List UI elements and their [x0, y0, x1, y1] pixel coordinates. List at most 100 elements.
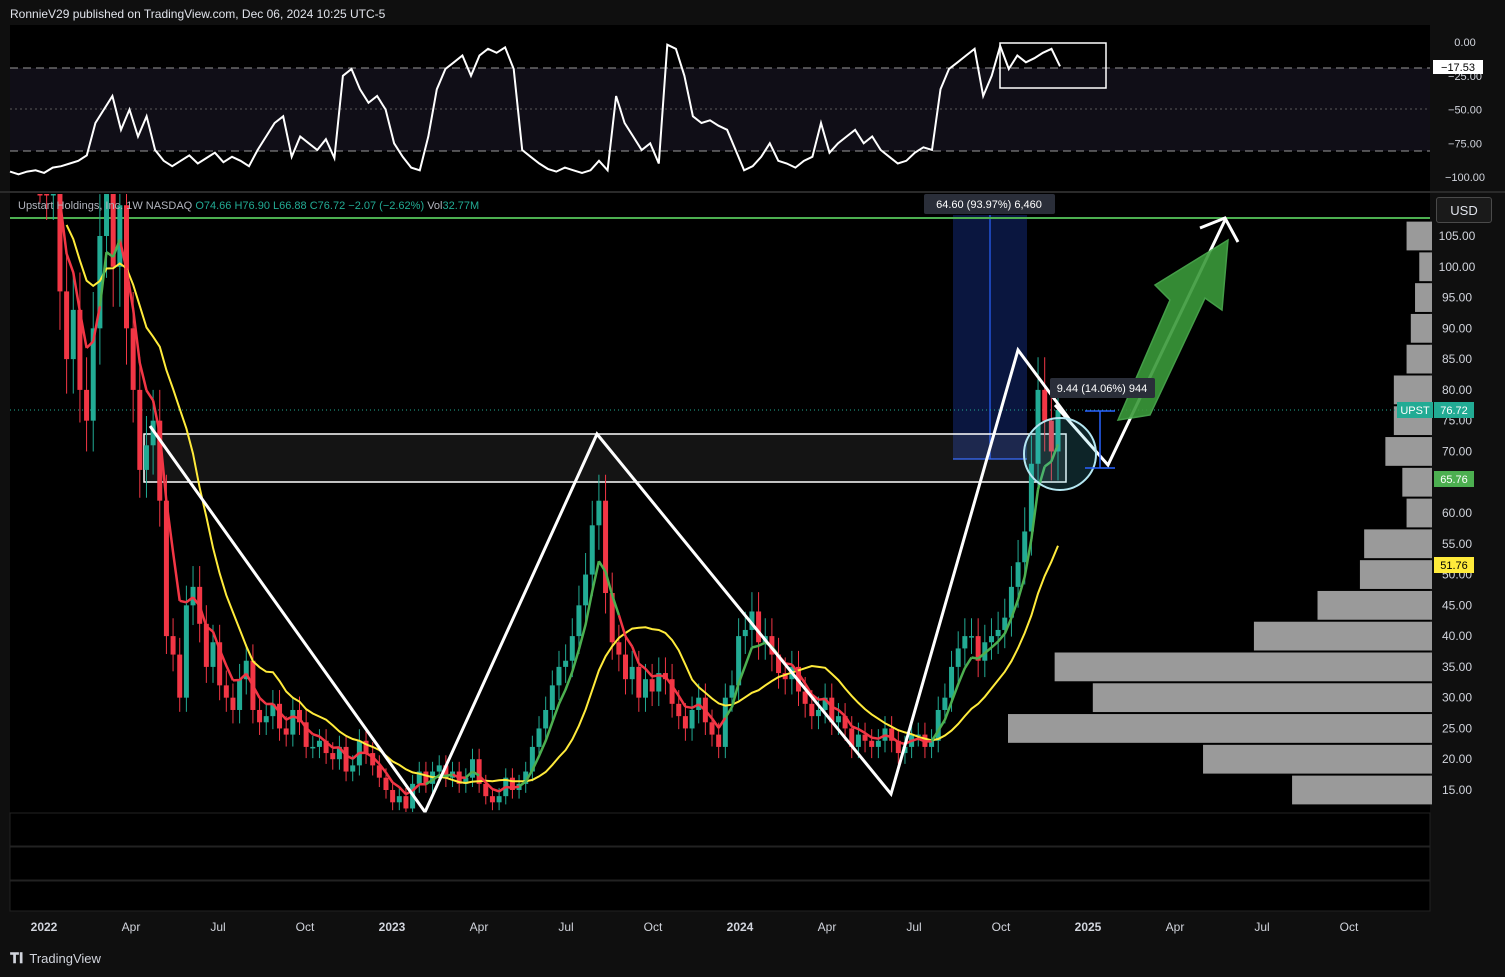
candle-body: [290, 709, 296, 735]
candle-body: [676, 703, 682, 717]
footer-brand[interactable]: 𝐓𝐈 TradingView: [10, 950, 101, 967]
candle-body: [629, 666, 635, 680]
legend-exchange: NASDAQ: [145, 200, 193, 212]
oscillator-tick-label: 0.00: [1454, 37, 1475, 49]
small-measure-label: 9.44 (14.06%) 944: [1057, 383, 1148, 395]
candle-body: [835, 716, 841, 723]
time-tick-label: Oct: [644, 920, 663, 934]
price-tick-label: 30.00: [1442, 691, 1472, 705]
candle-body: [549, 685, 555, 710]
price-tick-label: 105.00: [1439, 229, 1476, 243]
candle-body: [177, 654, 183, 698]
volume-profile-bar: [1402, 467, 1432, 497]
candle-body: [809, 703, 815, 717]
price-tick-label: 95.00: [1442, 291, 1472, 305]
price-tick-label: 60.00: [1442, 506, 1472, 520]
price-tick-label: 70.00: [1442, 444, 1472, 458]
candle-body: [569, 636, 575, 661]
time-tick-label: Jul: [906, 920, 921, 934]
candle-body: [716, 734, 722, 747]
candle-body: [696, 697, 702, 710]
legend-volume-label: Vol: [427, 200, 443, 212]
time-tick-label: Apr: [470, 920, 489, 934]
volume-profile-bar: [1385, 437, 1432, 466]
lower-panel-2: [9, 846, 1431, 881]
candle-body: [469, 759, 475, 778]
candle-body: [44, 194, 50, 196]
time-tick-label: 2023: [379, 920, 406, 934]
candle-body: [137, 389, 143, 470]
candle-body: [988, 636, 994, 643]
price-tick-label: 100.00: [1439, 260, 1476, 274]
candle-body: [203, 623, 209, 667]
volume-profile-bar: [1359, 560, 1432, 589]
footer-brand-label: TradingView: [29, 951, 101, 966]
candle-body: [969, 636, 975, 638]
candle-body: [143, 445, 149, 470]
candle-body: [170, 636, 176, 655]
legend-volume: 32.77M: [442, 200, 480, 212]
price-tick-label: 35.00: [1442, 660, 1472, 674]
symbol-badge-label: UPST: [1400, 405, 1430, 417]
time-tick-label: Jul: [558, 920, 573, 934]
currency-button[interactable]: USD: [1436, 197, 1492, 223]
candle-body: [583, 574, 589, 606]
volume-profile-bar: [1364, 529, 1432, 559]
candle-body: [283, 728, 289, 735]
time-tick-label: Jul: [1254, 920, 1269, 934]
price-tick-label: 15.00: [1442, 783, 1472, 797]
candle-body: [636, 666, 642, 698]
legend-high: H76.90: [234, 200, 270, 212]
candle-body: [50, 194, 56, 196]
volume-profile-bar: [1393, 375, 1432, 405]
candle-body: [223, 685, 229, 698]
candle-body: [403, 796, 409, 809]
candle-body: [536, 728, 542, 747]
volume-profile-bar: [1406, 221, 1432, 251]
candle-body: [350, 765, 356, 772]
candle-body: [556, 666, 562, 686]
candle-body: [949, 666, 955, 698]
candle-body: [117, 205, 123, 267]
price-tick-label: 55.00: [1442, 537, 1472, 551]
candle-body: [310, 746, 316, 749]
candle-body: [962, 636, 968, 649]
candle-body: [37, 194, 43, 196]
candle-body: [237, 679, 243, 710]
candle-body: [596, 500, 602, 526]
time-tick-label: 2025: [1075, 920, 1102, 934]
candle-body: [64, 291, 70, 360]
time-tick-label: Oct: [1340, 920, 1359, 934]
candle-body: [396, 796, 402, 803]
sma-yellow-label: 51.76: [1440, 560, 1468, 572]
candle-body: [955, 648, 961, 667]
candle-body: [589, 525, 595, 575]
ema-green-label: 65.76: [1440, 474, 1468, 486]
lower-panel-3: [9, 880, 1431, 912]
volume-profile-bar: [1317, 590, 1432, 620]
candle-body: [84, 389, 90, 421]
time-tick-label: Oct: [296, 920, 315, 934]
legend-open: O74.66: [195, 200, 232, 212]
candle-body: [875, 740, 881, 747]
volume-profile-bar: [1092, 683, 1432, 713]
candle-body: [729, 685, 735, 698]
measure-label: 64.60 (93.97%) 6,460: [936, 199, 1042, 211]
candle-body: [623, 654, 629, 680]
price-tick-label: 20.00: [1442, 752, 1472, 766]
candle-body: [709, 722, 715, 735]
lower-panel-1: [9, 812, 1431, 847]
candle-body: [489, 796, 495, 803]
time-axis: 2022 Apr Jul Oct 2023 Apr Jul Oct 2024 Apr Jul Oct 2…: [31, 920, 1359, 934]
volume-profile-bar: [1203, 744, 1432, 774]
price-axis: 15.0020.0025.0030.0035.0040.0045.0050.00…: [1439, 229, 1476, 797]
volume-profile-bar: [1054, 652, 1432, 682]
candle-body: [1015, 562, 1021, 587]
chart-stage[interactable]: 0.00−25.00−50.00−75.00−100.00 −17.53 15.…: [0, 0, 1505, 977]
candle-body: [383, 777, 389, 790]
legend-symbol-name: Upstart Holdings, Inc.: [18, 200, 124, 212]
candle-body: [330, 753, 336, 760]
price-tick-label: 40.00: [1442, 629, 1472, 643]
volume-profile-bar: [1008, 714, 1432, 743]
tradingview-logo-icon: 𝐓𝐈: [10, 950, 24, 966]
